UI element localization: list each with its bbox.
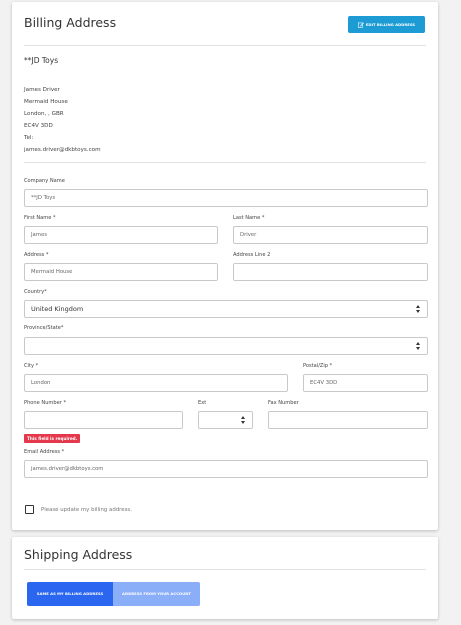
divider (24, 162, 426, 163)
company-name-input[interactable]: **JD Toys (24, 189, 428, 207)
first-name-input[interactable]: James (24, 226, 218, 244)
postal-label: Postal/Zip * (303, 363, 333, 369)
email-input[interactable]: james.driver@dkbtoys.com (24, 460, 428, 478)
divider (24, 45, 426, 46)
fax-input[interactable] (268, 411, 428, 429)
last-name-input[interactable]: Driver (233, 226, 428, 244)
edit-billing-address-label: EDIT BILLING ADDRESS (365, 22, 416, 27)
address-line: EC4V 3DD (24, 123, 53, 129)
address-line2-input[interactable] (233, 263, 428, 281)
country-select[interactable]: United Kingdom (24, 300, 428, 318)
address-line2-label: Address Line 2 (233, 252, 271, 258)
address-line: Mermaid House (24, 99, 68, 105)
company-heading: **JD Toys (24, 56, 59, 65)
shipping-title: Shipping Address (24, 547, 133, 562)
email-label: Email Address * (24, 449, 65, 455)
shipping-address-card: Shipping Address SAME AS MY BILLING ADDR… (12, 537, 438, 619)
billing-title: Billing Address (24, 15, 117, 30)
city-input[interactable]: London (24, 374, 288, 392)
select-arrows-icon (416, 305, 421, 313)
postal-input[interactable]: EC4V 3DD (303, 374, 428, 392)
address-line: London, , GBR (24, 111, 64, 117)
phone-error-badge: This field is required. (24, 434, 81, 443)
billing-address-card: Billing Address EDIT BILLING ADDRESS **J… (12, 2, 438, 530)
first-name-label: First Name * (24, 215, 56, 221)
divider (24, 569, 426, 570)
last-name-label: Last Name * (233, 215, 265, 221)
country-label: Country* (24, 289, 47, 295)
select-arrows-icon (416, 342, 421, 350)
select-arrows-icon (241, 416, 246, 424)
edit-billing-address-button[interactable]: EDIT BILLING ADDRESS (348, 16, 425, 33)
address-from-account-button[interactable]: ADDRESS FROM YOUR ACCOUNT (113, 582, 200, 606)
address-line: james.driver@dkbtoys.com (24, 147, 101, 153)
address-label: Address * (24, 252, 49, 258)
city-label: City * (24, 363, 39, 369)
update-billing-label: Please update my billing address. (41, 507, 132, 513)
edit-icon (357, 22, 364, 28)
province-label: Province/State* (24, 325, 64, 331)
phone-input[interactable] (24, 411, 183, 429)
update-billing-checkbox[interactable] (25, 505, 34, 514)
ext-select[interactable] (198, 411, 253, 429)
country-selected-value: United Kingdom (31, 305, 84, 313)
same-as-billing-button[interactable]: SAME AS MY BILLING ADDRESS (27, 582, 113, 606)
phone-label: Phone Number * (24, 400, 67, 406)
address-line: Tel: (24, 135, 34, 141)
ext-label: Ext (198, 400, 207, 406)
company-name-label: Company Name (24, 178, 65, 184)
province-select[interactable] (24, 337, 428, 355)
address-input[interactable]: Mermaid House (24, 263, 218, 281)
billing-address-summary: James Driver Mermaid House London, , GBR… (24, 84, 101, 156)
fax-label: Fax Number (268, 400, 299, 406)
address-line: James Driver (24, 87, 60, 93)
